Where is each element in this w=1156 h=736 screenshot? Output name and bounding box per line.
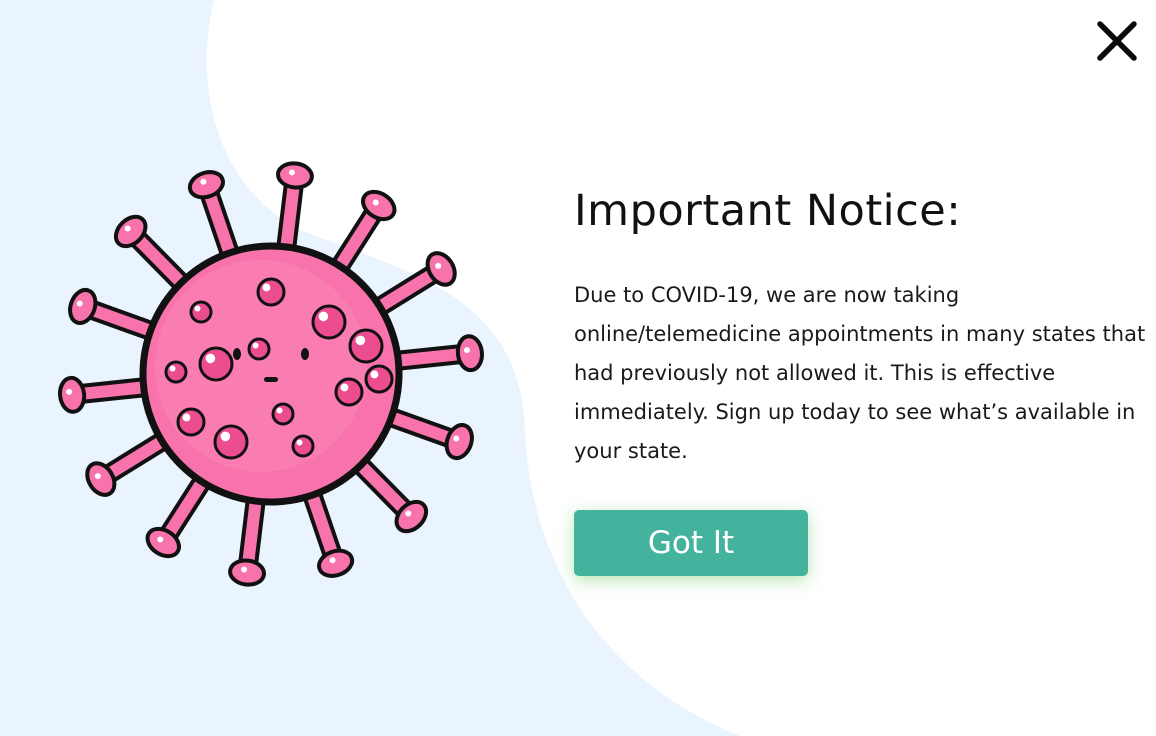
notice-body: Due to COVID-19, we are now taking onlin… [574,283,1146,463]
notice-title: Important Notice: [574,186,962,236]
close-button[interactable] [1092,16,1142,66]
virus-illustration [58,161,484,587]
notice-modal: Important Notice: Due to COVID-19, we ar… [0,0,1156,736]
notice-content: Important Notice: Due to COVID-19, we ar… [574,184,1154,471]
got-it-button[interactable]: Got It [574,510,808,576]
close-icon [1097,21,1137,61]
